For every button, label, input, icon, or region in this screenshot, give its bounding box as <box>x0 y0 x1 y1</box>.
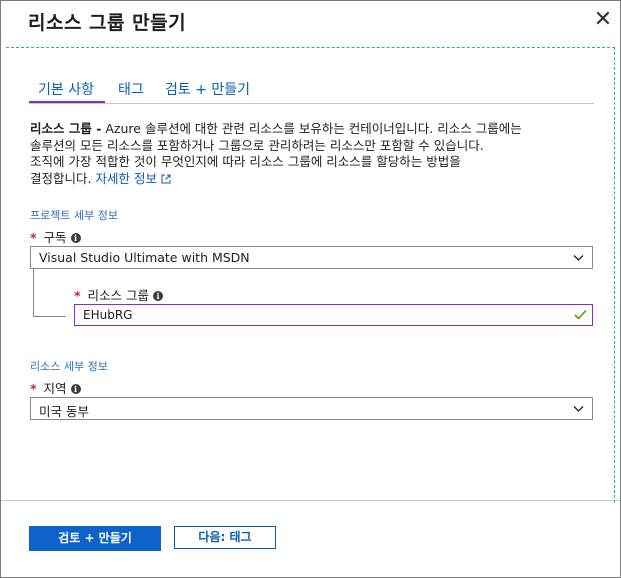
learn-more-label: 자세한 정보 <box>95 170 157 186</box>
tab-tags[interactable]: 태그 <box>118 79 144 99</box>
subscription-label-text: 구독 <box>43 230 67 245</box>
next-tags-button[interactable]: 다음: 태그 <box>174 526 276 549</box>
info-icon[interactable]: i <box>70 384 81 394</box>
project-details-heading: 프로젝트 세부 정보 <box>30 209 118 222</box>
tab-divider <box>29 103 594 104</box>
tab-review-create[interactable]: 검토 + 만들기 <box>165 79 250 99</box>
resource-group-value: EHubRG <box>83 308 133 322</box>
region-label: * 지역 i <box>30 378 81 397</box>
tree-connector-vertical <box>33 269 34 316</box>
resource-group-label-text: 리소스 그룹 <box>87 288 150 303</box>
description-term: 리소스 그룹 - <box>30 121 102 136</box>
description-line-1: Azure 솔루션에 대한 관련 리소스를 보유하는 컨테이너입니다. 리소스 … <box>101 121 522 136</box>
external-link-icon <box>161 174 171 183</box>
required-asterisk: * <box>30 230 37 245</box>
tree-connector-horizontal <box>33 316 66 317</box>
resource-details-heading: 리소스 세부 정보 <box>30 360 108 373</box>
learn-more-link[interactable]: 자세한 정보 <box>95 170 171 186</box>
description-line-2: 솔루션의 모든 리소스를 포함하거나 그룹으로 관리하려는 리소스만 포함할 수… <box>30 137 484 153</box>
region-select[interactable]: 미국 동부 <box>30 397 593 420</box>
chevron-down-icon <box>573 406 584 412</box>
subscription-value: Visual Studio Ultimate with MSDN <box>39 250 250 265</box>
region-label-text: 지역 <box>43 381 67 396</box>
close-icon[interactable]: ✕ <box>592 9 614 31</box>
subscription-select[interactable]: Visual Studio Ultimate with MSDN <box>30 246 593 269</box>
review-create-button[interactable]: 검토 + 만들기 <box>29 526 161 551</box>
description-line-4: 결정합니다. <box>30 170 92 186</box>
valid-check-icon <box>574 309 587 320</box>
chevron-down-icon <box>573 255 584 261</box>
info-icon[interactable]: i <box>70 233 81 243</box>
description-line-3: 조직에 가장 적합한 것이 무엇인지에 따라 리소스 그룹에 리소스를 할당하는… <box>30 154 461 169</box>
subscription-label: * 구독 i <box>30 227 81 246</box>
resource-group-label: * 리소스 그룹 i <box>74 285 164 304</box>
info-icon[interactable]: i <box>153 291 164 301</box>
tab-basics[interactable]: 기본 사항 <box>38 79 94 99</box>
description: 리소스 그룹 - Azure 솔루션에 대한 관련 리소스를 보유하는 컨테이너… <box>30 121 600 187</box>
resource-group-input[interactable]: EHubRG <box>74 304 593 326</box>
region-value: 미국 동부 <box>39 404 89 419</box>
required-asterisk: * <box>30 381 37 396</box>
blade-title: 리소스 그룹 만들기 <box>28 12 187 34</box>
focus-outline-top <box>6 47 615 48</box>
footer-divider <box>1 500 620 501</box>
focus-outline-right <box>614 47 615 503</box>
required-asterisk: * <box>74 288 81 303</box>
